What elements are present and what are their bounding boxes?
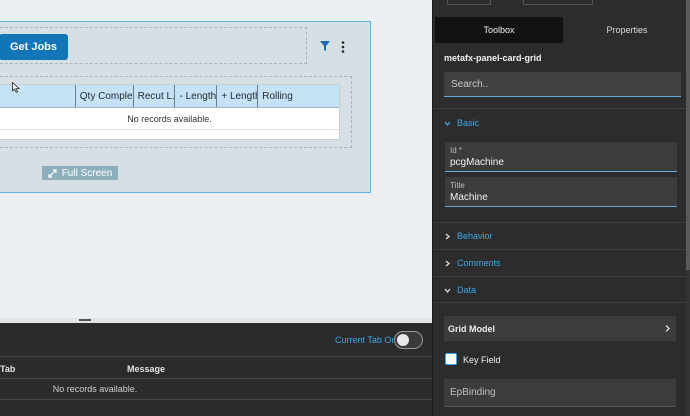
divider [433,276,690,277]
section-comments-label: Comments [457,258,501,268]
messages-header-row: Tab Message [0,356,432,379]
grid-column-recut-length[interactable]: Recut L... [132,85,174,107]
grid-model-label: Grid Model [448,323,495,334]
key-field-checkbox[interactable] [445,353,457,365]
grid-column-rolling[interactable]: Rolling [257,85,339,107]
id-field-value: pcgMachine [450,157,504,168]
top-toolbar-button[interactable] [447,0,491,5]
messages-empty-text: No records available. [52,384,138,394]
messages-column-message[interactable]: Message [127,364,165,374]
chevron-right-icon [445,233,451,239]
chevron-down-icon [444,121,451,126]
component-name: metafx-panel-card-grid [444,53,542,63]
section-comments[interactable]: Comments [444,258,501,268]
expand-icon [48,168,57,178]
section-basic[interactable]: Basic [444,118,479,128]
section-behavior-label: Behavior [457,231,493,241]
divider [433,302,690,303]
chevron-down-icon [444,288,451,293]
messages-panel: Current Tab Only Tab Message No records … [0,323,432,416]
chevron-right-icon [445,260,451,266]
top-toolbar-button[interactable] [523,0,593,5]
epbinding-input[interactable] [444,379,676,407]
mouse-cursor-icon [12,82,20,93]
grid-column-plus-length[interactable]: + Length [216,85,257,107]
section-data[interactable]: Data [444,285,476,295]
tab-toolbox[interactable]: Toolbox [435,17,563,43]
divider [433,108,690,109]
chevron-right-icon [665,325,670,332]
messages-column-tab[interactable]: Tab [0,364,15,374]
data-grid[interactable]: Qty Complete Recut L... - Length + Lengt… [0,84,340,140]
title-field-value: Machine [450,192,488,203]
id-field-label: Id * [450,146,463,155]
panel-card-grid[interactable]: Get Jobs Qty Complete Recut L... - Lengt… [0,21,371,193]
design-canvas: Get Jobs Qty Complete Recut L... - Lengt… [0,0,432,323]
sidebar-tabs: Toolbox Properties [435,17,690,43]
section-basic-label: Basic [457,118,480,128]
tab-properties[interactable]: Properties [563,17,690,43]
grid-empty-message: No records available. [0,108,339,130]
section-data-label: Data [457,285,477,295]
grid-column-minus-length[interactable]: - Length [174,85,216,107]
property-search-input[interactable] [444,72,681,97]
splitter-handle[interactable] [79,319,91,321]
divider [0,399,432,400]
current-tab-only-label: Current Tab Only [335,335,403,345]
divider [433,222,690,223]
full-screen-button[interactable]: Full Screen [42,166,118,180]
get-jobs-button[interactable]: Get Jobs [0,34,68,60]
title-field[interactable]: Title Machine [445,177,677,207]
id-field[interactable]: Id * pcgMachine [445,142,677,172]
title-field-label: Title [450,181,465,190]
section-behavior[interactable]: Behavior [444,231,493,241]
filter-icon[interactable] [320,41,330,51]
current-tab-only-toggle[interactable] [394,331,423,349]
divider [433,249,690,250]
toggle-knob [397,334,409,346]
full-screen-label: Full Screen [61,167,113,179]
grid-model-button[interactable]: Grid Model [444,316,676,341]
grid-header-row: Qty Complete Recut L... - Length + Lengt… [0,85,339,108]
kebab-menu-icon[interactable] [340,41,346,53]
properties-sidebar: Toolbox Properties metafx-panel-card-gri… [432,0,690,416]
sidebar-scrollbar-thumb[interactable] [686,0,690,270]
grid-column-qty-complete[interactable]: Qty Complete [74,85,133,107]
key-field-label: Key Field [463,355,501,365]
